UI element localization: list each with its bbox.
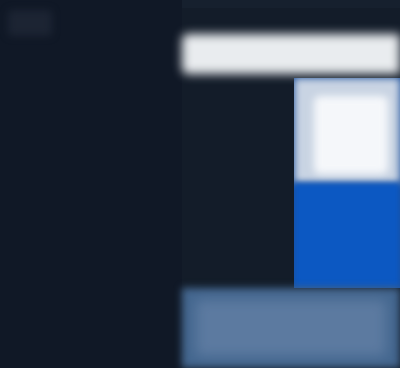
panel-card[interactable] [314, 96, 388, 174]
sidebar-logo-placeholder[interactable] [8, 10, 52, 36]
top-bar[interactable] [182, 34, 400, 74]
footer-card[interactable] [196, 300, 386, 356]
app-window [0, 0, 400, 368]
sidebar [0, 0, 182, 368]
main-content [182, 0, 400, 368]
content-top-strip [182, 0, 400, 8]
panel-accent-area[interactable] [294, 183, 400, 288]
side-panel [294, 78, 400, 288]
